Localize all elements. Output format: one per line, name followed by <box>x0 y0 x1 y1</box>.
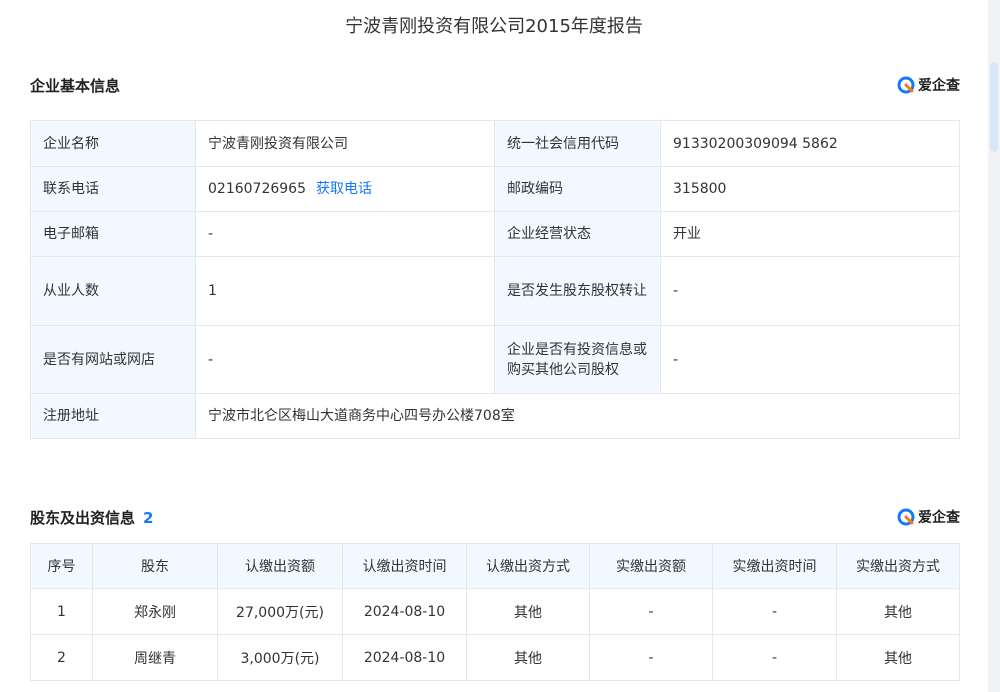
table-row: 电子邮箱 - 企业经营状态 开业 <box>30 211 960 257</box>
get-phone-link[interactable]: 获取电话 <box>316 181 372 197</box>
aiqicha-logo-icon <box>897 76 915 94</box>
cell-shareholder[interactable]: 郑永刚 <box>92 588 218 635</box>
label-website: 是否有网站或网店 <box>30 325 196 394</box>
table-row: 企业名称 宁波青刚投资有限公司 统一社会信用代码 91330200309094 … <box>30 120 960 167</box>
table-row: 是否有网站或网店 - 企业是否有投资信息或购买其他公司股权 - <box>30 325 960 394</box>
report-title: 宁波青刚投资有限公司2015年度报告 <box>345 16 643 37</box>
brand-name: 爱企查 <box>918 510 960 526</box>
col-header-paid-date: 实缴出资时间 <box>712 543 837 589</box>
basic-info-header: 企业基本信息 爱企查 <box>30 73 960 97</box>
label-address: 注册地址 <box>30 393 196 439</box>
cell-subscribed-amount: 27,000万(元) <box>217 588 343 635</box>
value-investment: - <box>660 325 960 394</box>
cell-paid-method: 其他 <box>836 634 960 681</box>
col-header-subscribed-date: 认缴出资时间 <box>342 543 467 589</box>
vertical-scrollbar[interactable] <box>988 0 1000 692</box>
cell-paid-date: - <box>712 588 837 635</box>
aiqicha-logo-icon <box>897 508 915 526</box>
cell-subscribed-method: 其他 <box>466 588 590 635</box>
label-email: 电子邮箱 <box>30 211 196 257</box>
label-phone: 联系电话 <box>30 166 196 212</box>
value-postcode: 315800 <box>660 166 960 212</box>
col-header-paid-amount: 实缴出资额 <box>589 543 713 589</box>
table-row: 1 郑永刚 27,000万(元) 2024-08-10 其他 - - 其他 <box>30 588 960 635</box>
cell-shareholder[interactable]: 周继青 <box>92 634 218 681</box>
brand-logo[interactable]: 爱企查 <box>897 75 960 95</box>
value-company-name: 宁波青刚投资有限公司 <box>195 120 495 167</box>
brand-name: 爱企查 <box>918 78 960 94</box>
label-employees: 从业人数 <box>30 256 196 326</box>
basic-info-table: 企业名称 宁波青刚投资有限公司 统一社会信用代码 91330200309094 … <box>30 120 960 439</box>
shareholders-title: 股东及出资信息 <box>30 508 136 527</box>
value-equity-transfer: - <box>660 256 960 326</box>
basic-info-title: 企业基本信息 <box>30 76 121 95</box>
value-website: - <box>195 325 495 394</box>
cell-subscribed-date: 2024-08-10 <box>342 588 467 635</box>
cell-paid-amount: - <box>589 634 713 681</box>
label-status: 企业经营状态 <box>494 211 661 257</box>
shareholders-title-wrap: 股东及出资信息 2 <box>30 507 153 528</box>
cell-subscribed-method: 其他 <box>466 634 590 681</box>
label-equity-transfer: 是否发生股东股权转让 <box>494 256 661 326</box>
cell-paid-method: 其他 <box>836 588 960 635</box>
shareholders-count: 2 <box>143 508 154 527</box>
value-phone: 02160726965 <box>208 181 306 197</box>
cell-index: 1 <box>30 588 93 635</box>
col-header-index: 序号 <box>30 543 93 589</box>
shareholders-table: 序号 股东 认缴出资额 认缴出资时间 认缴出资方式 实缴出资额 实缴出资时间 实… <box>30 543 960 681</box>
cell-paid-date: - <box>712 634 837 681</box>
cell-index: 2 <box>30 634 93 681</box>
table-row: 联系电话 02160726965 获取电话 邮政编码 315800 <box>30 166 960 212</box>
brand-logo[interactable]: 爱企查 <box>897 507 960 527</box>
value-email: - <box>195 211 495 257</box>
table-row: 2 周继青 3,000万(元) 2024-08-10 其他 - - 其他 <box>30 634 960 681</box>
col-header-paid-method: 实缴出资方式 <box>836 543 960 589</box>
table-row: 注册地址 宁波市北仑区梅山大道商务中心四号办公楼708室 <box>30 393 960 439</box>
cell-paid-amount: - <box>589 588 713 635</box>
value-status: 开业 <box>660 211 960 257</box>
table-header-row: 序号 股东 认缴出资额 认缴出资时间 认缴出资方式 实缴出资额 实缴出资时间 实… <box>30 543 960 589</box>
label-credit-code: 统一社会信用代码 <box>494 120 661 167</box>
shareholders-header: 股东及出资信息 2 爱企查 <box>30 505 960 529</box>
col-header-subscribed-method: 认缴出资方式 <box>466 543 590 589</box>
value-credit-code: 91330200309094 5862 <box>660 120 960 167</box>
cell-subscribed-amount: 3,000万(元) <box>217 634 343 681</box>
col-header-subscribed-amount: 认缴出资额 <box>217 543 343 589</box>
report-page: 宁波青刚投资有限公司2015年度报告 企业基本信息 爱企查 企业名称 宁波青刚投… <box>0 0 988 692</box>
label-company-name: 企业名称 <box>30 120 196 167</box>
value-address: 宁波市北仑区梅山大道商务中心四号办公楼708室 <box>195 393 960 439</box>
value-employees: 1 <box>195 256 495 326</box>
label-postcode: 邮政编码 <box>494 166 661 212</box>
cell-subscribed-date: 2024-08-10 <box>342 634 467 681</box>
table-row: 从业人数 1 是否发生股东股权转让 - <box>30 256 960 326</box>
col-header-shareholder: 股东 <box>92 543 218 589</box>
label-investment: 企业是否有投资信息或购买其他公司股权 <box>494 325 661 394</box>
value-phone-cell: 02160726965 获取电话 <box>195 166 495 212</box>
scrollbar-thumb[interactable] <box>990 62 998 152</box>
